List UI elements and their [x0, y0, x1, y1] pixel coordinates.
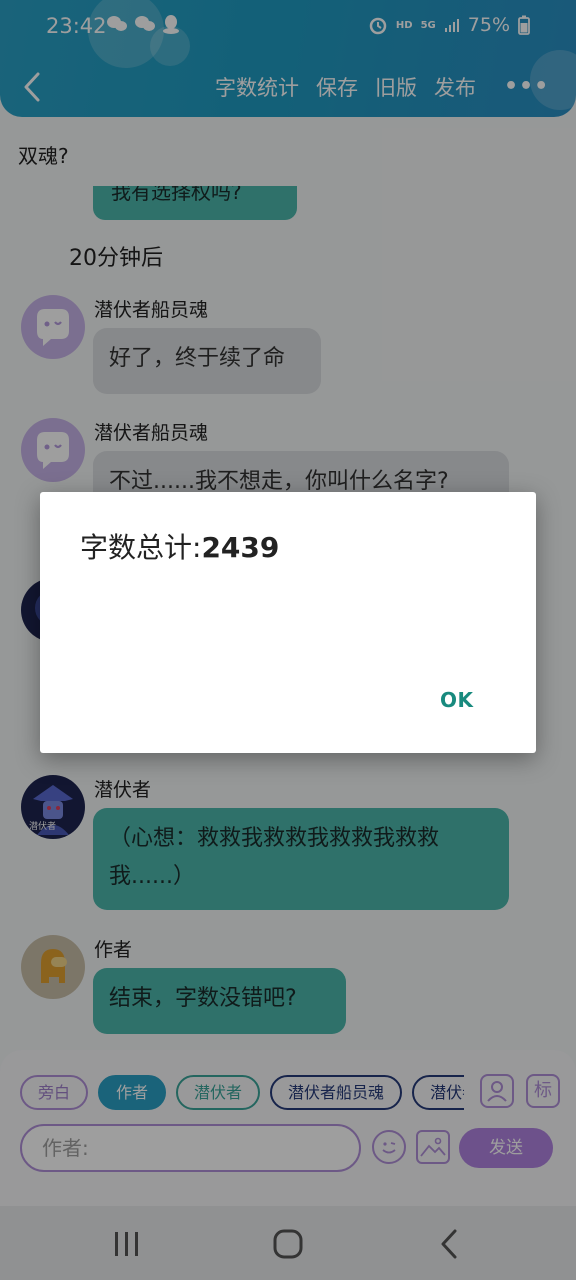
dialog-message-label: 字数总计: — [80, 531, 202, 564]
word-count-value: 2439 — [201, 531, 280, 564]
ok-button[interactable]: OK — [440, 688, 474, 712]
word-count-dialog: 字数总计:2439 OK — [40, 492, 536, 753]
dialog-message: 字数总计:2439 — [80, 526, 279, 566]
